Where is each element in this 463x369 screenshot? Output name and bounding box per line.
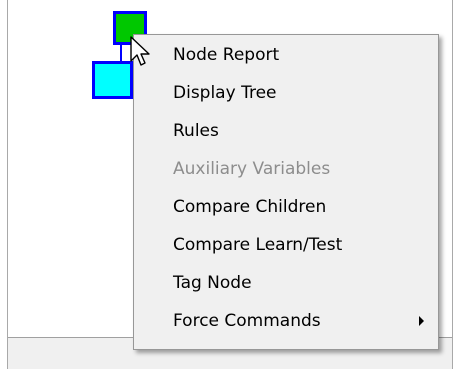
menu-item-compare-learn-test[interactable]: Compare Learn/Test [134,229,438,261]
context-menu: Node Report Display Tree Rules Auxiliary… [133,34,439,350]
menu-item-tag-node[interactable]: Tag Node [134,267,438,299]
menu-item-label: Auxiliary Variables [173,159,331,179]
menu-item-label: Node Report [173,45,280,65]
menu-item-rules[interactable]: Rules [134,115,438,147]
menu-item-force-commands[interactable]: Force Commands [134,305,438,337]
submenu-arrow-icon [419,316,424,326]
menu-item-display-tree[interactable]: Display Tree [134,77,438,109]
tree-node-child[interactable] [92,61,133,99]
menu-item-label: Tag Node [173,273,252,293]
menu-item-auxiliary-variables: Auxiliary Variables [134,153,438,185]
window-frame-right [452,0,453,369]
menu-item-label: Display Tree [173,83,277,103]
menu-item-label: Rules [173,121,219,141]
menu-item-label: Compare Learn/Test [173,235,343,255]
menu-item-node-report[interactable]: Node Report [134,39,438,71]
menu-item-label: Force Commands [173,311,321,331]
menu-item-label: Compare Children [173,197,327,217]
mouse-pointer-icon [130,36,150,66]
tree-view-canvas[interactable]: Node Report Display Tree Rules Auxiliary… [0,0,463,369]
menu-item-compare-children[interactable]: Compare Children [134,191,438,223]
window-frame-left [7,0,8,369]
